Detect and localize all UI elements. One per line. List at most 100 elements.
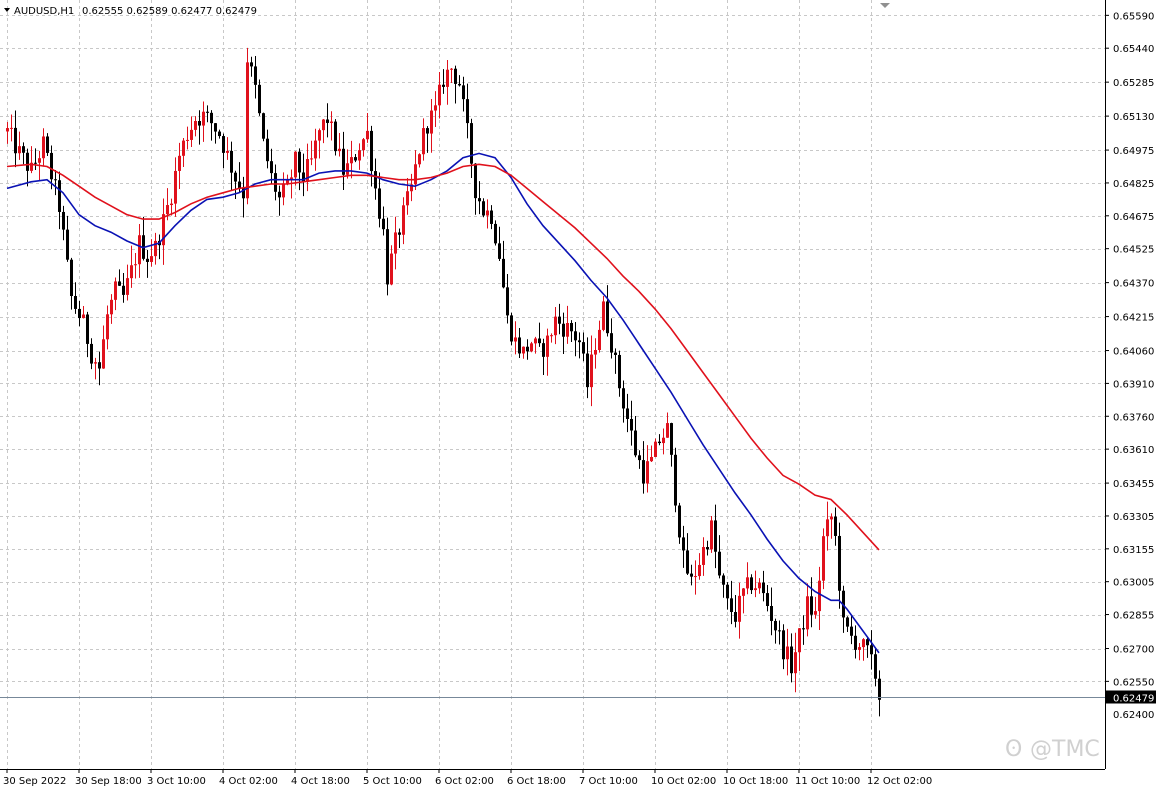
candle-body [438, 84, 441, 106]
candle-body [362, 139, 365, 151]
watermark-text: @TMC [1030, 737, 1100, 762]
x-tick-label: 4 Oct 02:00 [219, 776, 278, 787]
candle [386, 217, 389, 296]
candle-body [718, 551, 721, 576]
candle-body [646, 461, 649, 484]
candle [494, 220, 497, 246]
price-chart[interactable]: 0.65590 0.65440 0.65285 0.65130 0.64975 0.648… [0, 0, 1160, 792]
candle-body [350, 157, 353, 164]
candle-body [454, 68, 457, 84]
candle-body [582, 342, 585, 354]
candle-body [354, 157, 357, 161]
candle-body [318, 130, 321, 141]
candle-body [50, 152, 53, 180]
candle-body [574, 331, 577, 341]
y-tick-label: 0.63155 [1113, 545, 1154, 556]
candle-body [114, 281, 117, 300]
candle-body [490, 210, 493, 224]
y-tick-label: 0.64215 [1113, 313, 1154, 324]
candle-body [470, 123, 473, 164]
candle-body [102, 339, 105, 369]
candle-body [42, 136, 45, 159]
candle-body [530, 343, 533, 352]
candle-body [534, 338, 537, 344]
candle-body [6, 128, 9, 132]
y-tick-label: 0.63005 [1113, 578, 1154, 589]
candle-body [682, 537, 685, 551]
candle-body [474, 163, 477, 199]
candle-body [878, 678, 881, 700]
candle-body [170, 203, 173, 206]
candle-body [182, 140, 185, 156]
y-tick-label: 0.64370 [1113, 279, 1154, 290]
candle-body [834, 516, 837, 536]
candle-body [790, 646, 793, 674]
candle-body [86, 314, 89, 344]
candle-body [130, 265, 133, 279]
candle-body [606, 301, 609, 334]
candle-body [734, 612, 737, 622]
candle-body [782, 630, 785, 660]
candle-body [630, 418, 633, 431]
candle-body [422, 128, 425, 155]
candle-body [714, 520, 717, 552]
candle-body [862, 639, 865, 648]
candle-body [322, 119, 325, 131]
candle [822, 528, 825, 590]
candle-body [398, 232, 401, 235]
candle-body [678, 505, 681, 538]
candle-body [546, 335, 549, 357]
candle-body [106, 314, 109, 340]
candle-body [482, 201, 485, 216]
candle-body [802, 628, 805, 630]
candle-body [670, 423, 673, 455]
candle-body [250, 62, 253, 67]
candle-body [818, 580, 821, 612]
candle-body [686, 550, 689, 574]
candle-body [466, 99, 469, 124]
candle-body [654, 441, 657, 457]
candle-body [778, 630, 781, 632]
candle-body [806, 596, 809, 630]
candle-body [386, 229, 389, 285]
candle-body [214, 123, 217, 132]
x-tick-label: 10 Oct 18:00 [723, 776, 788, 787]
x-tick-label: 12 Oct 02:00 [867, 776, 932, 787]
candle-body [366, 130, 369, 140]
candle-body [266, 138, 269, 162]
candle-body [338, 148, 341, 152]
candle [530, 341, 533, 353]
candle-body [282, 184, 285, 198]
candle-body [638, 455, 641, 461]
x-tick-label: 5 Oct 10:00 [363, 776, 422, 787]
candle-body [18, 146, 21, 154]
candle-body [458, 83, 461, 86]
x-tick-label: 6 Oct 18:00 [507, 776, 566, 787]
candle-body [506, 287, 509, 316]
candle [674, 447, 677, 513]
candle-body [254, 66, 257, 85]
candle-body [34, 162, 37, 164]
candle [510, 312, 513, 346]
y-tick-label: 0.65130 [1113, 112, 1154, 123]
candle-body [334, 121, 337, 152]
candle-body [226, 150, 229, 153]
candle-body [174, 170, 177, 204]
candle-body [294, 151, 297, 178]
y-tick-label: 0.65440 [1113, 44, 1154, 55]
candle-body [730, 598, 733, 613]
y-tick-label: 0.65285 [1113, 78, 1154, 89]
candle-body [502, 258, 505, 288]
candle-body [442, 84, 445, 87]
x-tick-label: 30 Sep 18:00 [75, 776, 142, 787]
candle-body [858, 647, 861, 650]
candle-body [66, 229, 69, 260]
candle-body [590, 354, 593, 388]
candle-body [70, 259, 73, 297]
candle-body [298, 151, 301, 173]
candle-body [418, 154, 421, 165]
y-tick-label: 0.65590 [1113, 11, 1154, 22]
candle-body [230, 150, 233, 173]
candle-body [698, 564, 701, 577]
candle-body [570, 323, 573, 332]
